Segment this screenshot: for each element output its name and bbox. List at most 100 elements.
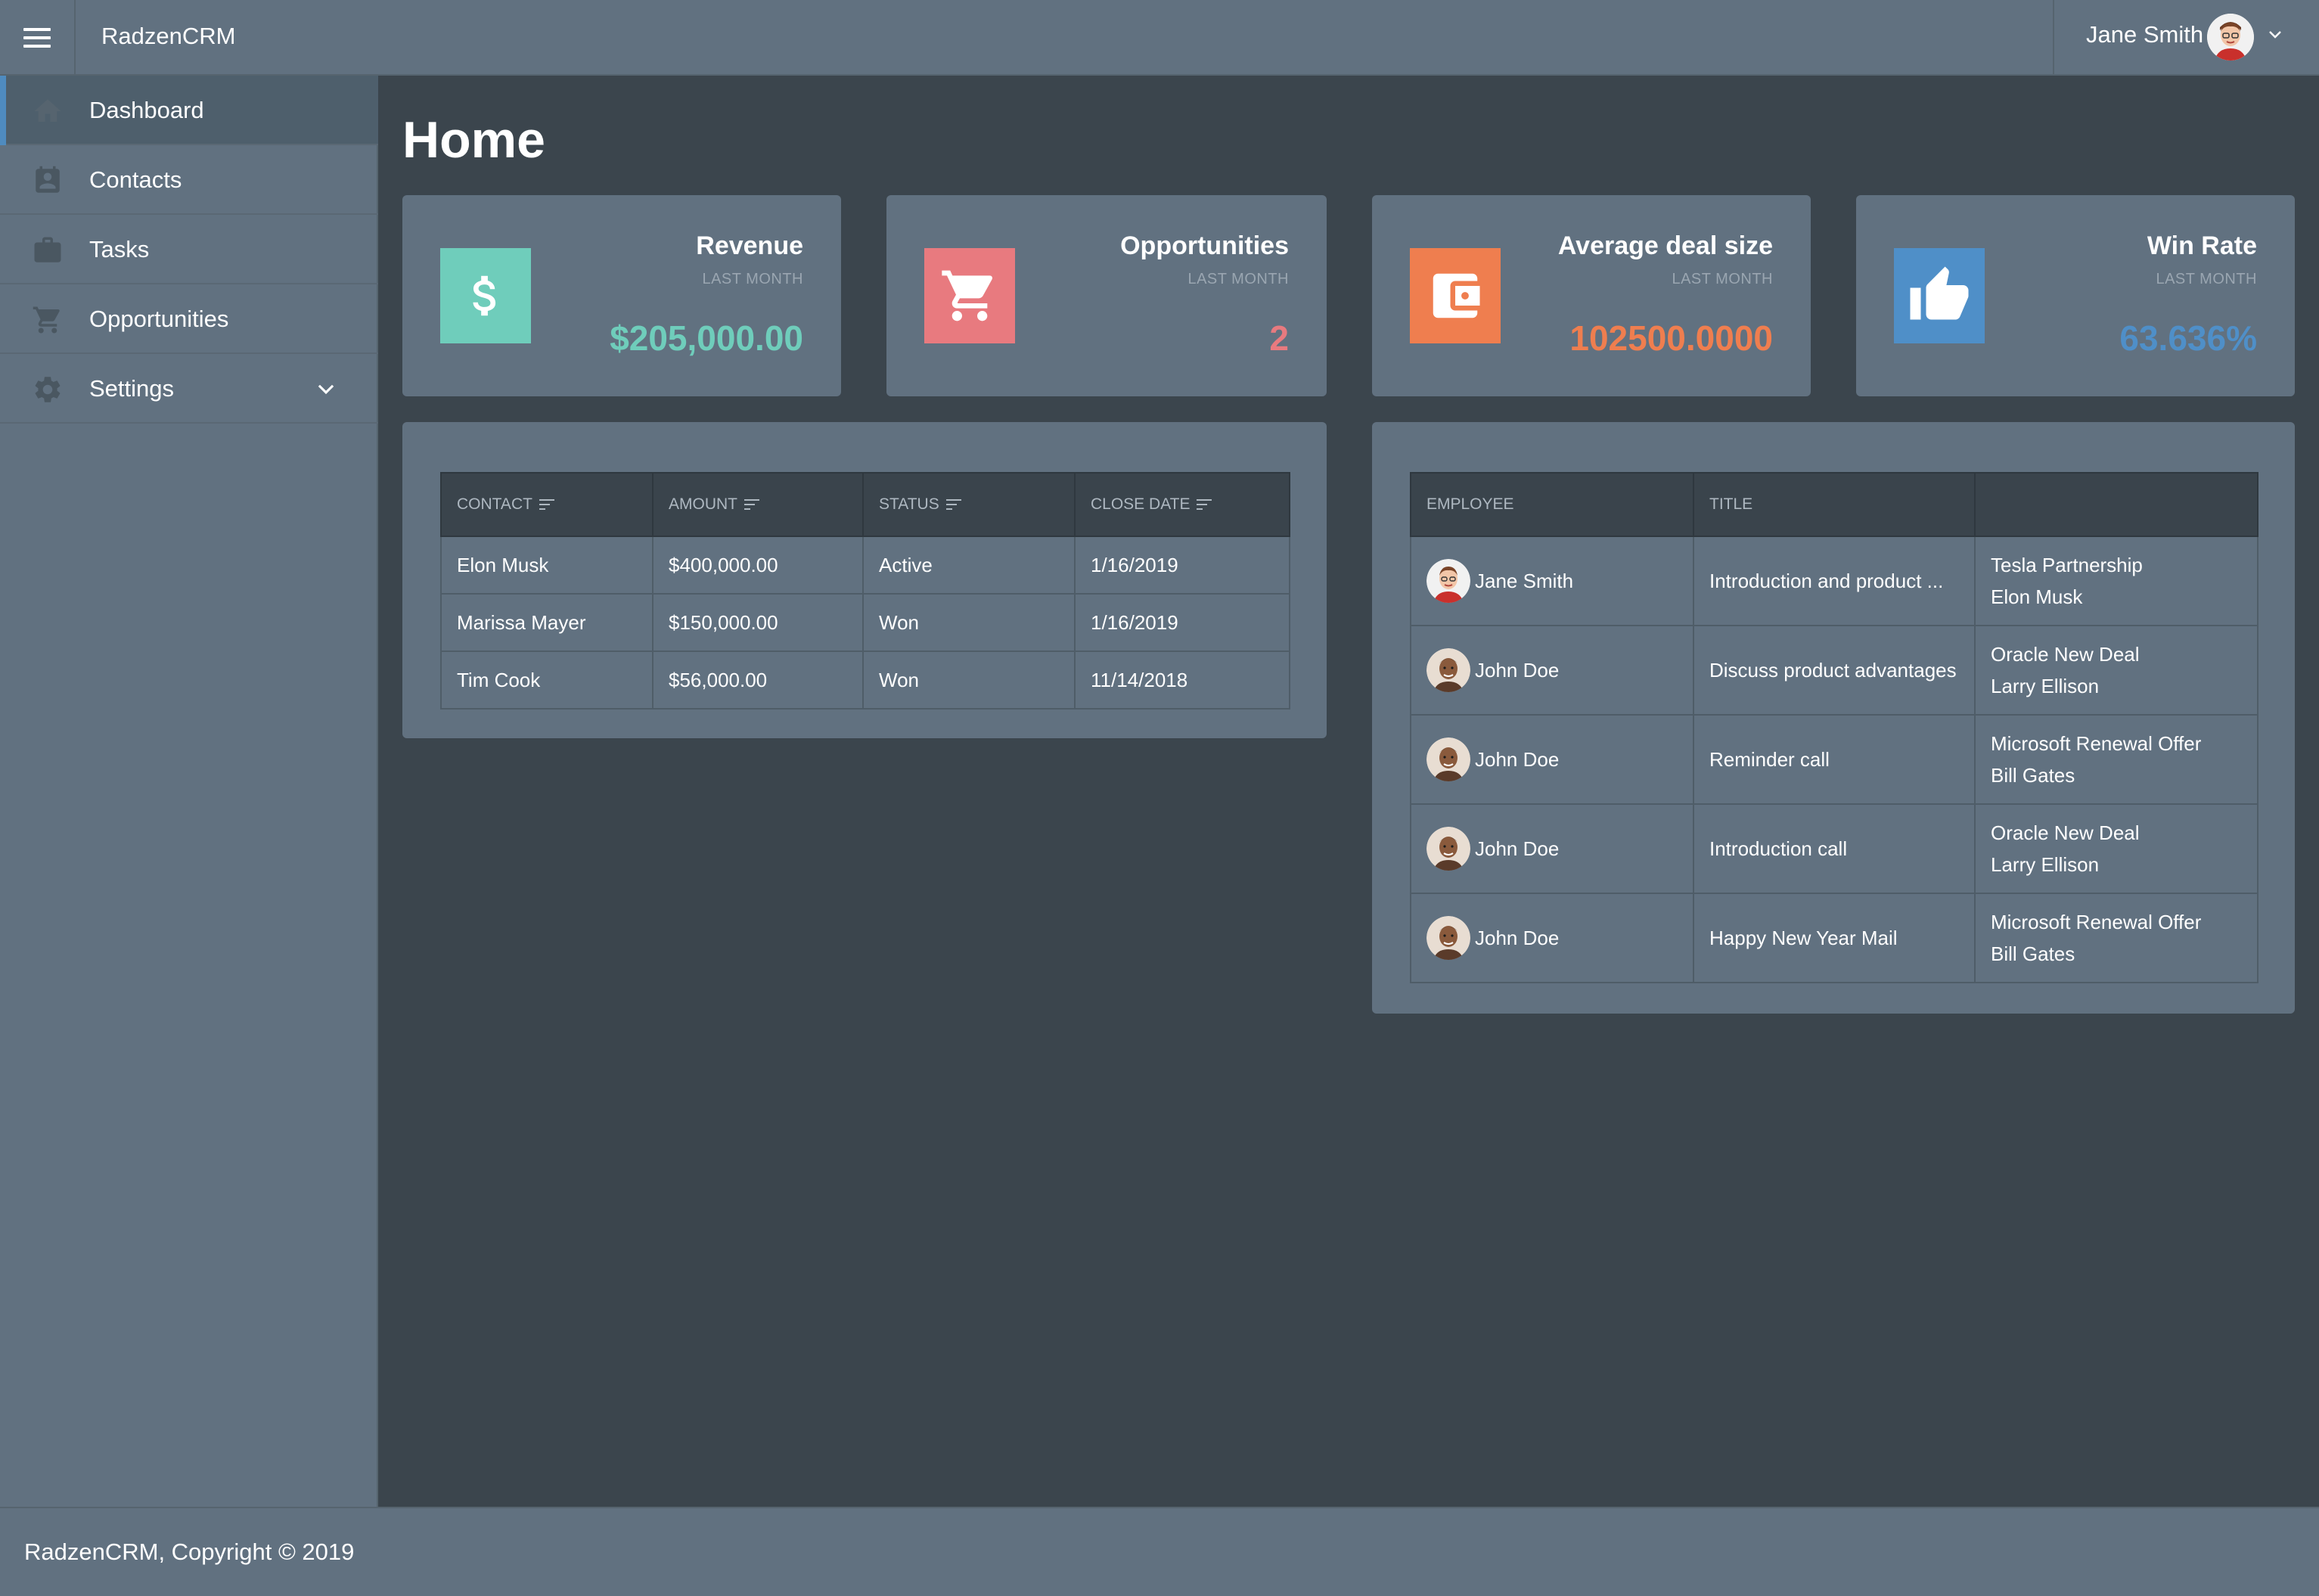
cell-opportunity: Tesla Partnership Elon Musk <box>1974 536 2258 626</box>
cell-employee: John Doe <box>1410 625 1694 716</box>
cell-title: Discuss product advantages <box>1693 625 1976 716</box>
card-subtitle: LAST MONTH <box>702 271 803 287</box>
opportunity-name: Oracle New Deal <box>1991 821 2140 844</box>
contact-name: Larry Ellison <box>1991 853 2100 876</box>
employee-name: John Doe <box>1475 926 1560 949</box>
top-header: RadzenCRM Jane Smith <box>0 0 2319 76</box>
cell-title: Introduction and product ... <box>1693 536 1976 626</box>
column-header-close-date[interactable]: CLOSE DATE <box>1074 472 1290 537</box>
briefcase-icon <box>34 237 61 262</box>
card-subtitle: LAST MONTH <box>2156 271 2257 287</box>
cell-opportunity: Oracle New Deal Larry Ellison <box>1974 803 2258 894</box>
table-row[interactable]: John Doe Reminder call Microsoft Renewal… <box>1410 714 2258 805</box>
average-deal-card: Average deal size LAST MONTH 102500.0000 <box>1372 195 1811 396</box>
cell-employee: John Doe <box>1410 714 1694 805</box>
table-row[interactable]: Tim Cook $56,000.00 Won 11/14/2018 <box>440 651 1290 710</box>
avatar <box>1426 559 1470 603</box>
cell-title: Reminder call <box>1693 714 1976 805</box>
employee-name: John Doe <box>1475 658 1560 682</box>
sort-icon[interactable] <box>744 498 760 511</box>
opportunity-name: Oracle New Deal <box>1991 643 2140 666</box>
card-subtitle: LAST MONTH <box>1672 271 1773 287</box>
sort-icon[interactable] <box>539 498 555 511</box>
column-header-contact[interactable]: CONTACT <box>440 472 653 537</box>
sidebar-item-tasks[interactable]: Tasks <box>0 215 378 284</box>
opportunity-name: Tesla Partnership <box>1991 554 2143 576</box>
sidebar-item-label: Tasks <box>89 236 150 262</box>
cell-title: Happy New Year Mail <box>1693 893 1976 983</box>
card-value: $205,000.00 <box>610 318 803 358</box>
cell-close-date: 1/16/2019 <box>1074 536 1290 595</box>
column-header-label: STATUS <box>879 495 939 513</box>
gear-icon <box>35 377 61 402</box>
column-header-label: CONTACT <box>457 495 532 513</box>
column-header-amount[interactable]: AMOUNT <box>652 472 864 537</box>
column-header-opportunity[interactable] <box>1974 472 2258 537</box>
card-title: Win Rate <box>2147 231 2257 260</box>
footer: RadzenCRM, Copyright © 2019 <box>0 1507 2319 1596</box>
dollar-icon <box>440 248 531 343</box>
home-icon <box>34 99 61 122</box>
cell-status: Won <box>862 593 1076 652</box>
cart-icon <box>33 306 60 334</box>
opportunities-panel: CONTACT AMOUNT STATUS CLOSE DATE Elon Mu… <box>402 422 1327 738</box>
sidebar-item-label: Dashboard <box>89 97 204 123</box>
card-value: 63.636% <box>2119 318 2257 358</box>
column-header-status[interactable]: STATUS <box>862 472 1076 537</box>
sidebar-item-settings[interactable]: Settings <box>0 354 378 424</box>
table-row[interactable]: John Doe Introduction call Oracle New De… <box>1410 803 2258 894</box>
table-row[interactable]: Elon Musk $400,000.00 Active 1/16/2019 <box>440 536 1290 595</box>
tasks-table: EMPLOYEE TITLE Jane Smith Introduction a… <box>1410 472 2258 983</box>
cell-amount: $400,000.00 <box>652 536 864 595</box>
app-brand[interactable]: RadzenCRM <box>101 23 235 50</box>
table-row[interactable]: Marissa Mayer $150,000.00 Won 1/16/2019 <box>440 593 1290 652</box>
contacts-icon <box>36 166 60 193</box>
sidebar-item-contacts[interactable]: Contacts <box>0 145 378 215</box>
chevron-down-icon <box>2269 31 2281 39</box>
cell-opportunity: Oracle New Deal Larry Ellison <box>1974 625 2258 716</box>
column-header-employee[interactable]: EMPLOYEE <box>1410 472 1694 537</box>
table-row[interactable]: John Doe Discuss product advantages Orac… <box>1410 625 2258 716</box>
cell-status: Won <box>862 651 1076 710</box>
cell-close-date: 11/14/2018 <box>1074 651 1290 710</box>
sidebar-item-dashboard[interactable]: Dashboard <box>0 76 378 145</box>
cell-contact: Elon Musk <box>440 536 653 595</box>
cell-opportunity: Microsoft Renewal Offer Bill Gates <box>1974 714 2258 805</box>
opportunities-table: CONTACT AMOUNT STATUS CLOSE DATE Elon Mu… <box>440 472 1290 710</box>
sidebar-item-opportunities[interactable]: Opportunities <box>0 284 378 354</box>
card-subtitle: LAST MONTH <box>1187 271 1289 287</box>
contact-name: Bill Gates <box>1991 942 2075 965</box>
cell-title: Introduction call <box>1693 803 1976 894</box>
sort-icon[interactable] <box>945 498 962 511</box>
sidebar-item-label: Settings <box>89 375 175 402</box>
contact-name: Bill Gates <box>1991 764 2075 787</box>
wallet-icon <box>1410 248 1501 343</box>
contact-name: Larry Ellison <box>1991 675 2100 697</box>
employee-name: Jane Smith <box>1475 569 1574 592</box>
cell-contact: Tim Cook <box>440 651 653 710</box>
profile-menu[interactable]: Jane Smith <box>2053 0 2319 76</box>
employee-name: John Doe <box>1475 747 1560 771</box>
sort-icon[interactable] <box>1196 498 1212 511</box>
column-header-title[interactable]: TITLE <box>1693 472 1976 537</box>
table-row[interactable]: John Doe Happy New Year Mail Microsoft R… <box>1410 893 2258 983</box>
cell-amount: $150,000.00 <box>652 593 864 652</box>
column-header-label: AMOUNT <box>669 495 737 513</box>
menu-toggle-button[interactable] <box>0 0 76 76</box>
sidebar: Dashboard Contacts Tasks Opportunities S… <box>0 76 378 1507</box>
cell-opportunity: Microsoft Renewal Offer Bill Gates <box>1974 893 2258 983</box>
card-value: 102500.0000 <box>1569 318 1773 358</box>
avatar <box>1426 737 1470 781</box>
card-value: 2 <box>1269 318 1289 358</box>
sidebar-item-label: Contacts <box>89 166 182 193</box>
cell-employee: John Doe <box>1410 803 1694 894</box>
cell-contact: Marissa Mayer <box>440 593 653 652</box>
cart-icon <box>924 248 1015 343</box>
table-row[interactable]: Jane Smith Introduction and product ... … <box>1410 536 2258 626</box>
cell-employee: Jane Smith <box>1410 536 1694 626</box>
page-title: Home <box>402 111 545 169</box>
opportunity-name: Microsoft Renewal Offer <box>1991 732 2202 755</box>
card-title: Average deal size <box>1557 231 1773 260</box>
cell-amount: $56,000.00 <box>652 651 864 710</box>
hamburger-icon <box>23 28 51 48</box>
